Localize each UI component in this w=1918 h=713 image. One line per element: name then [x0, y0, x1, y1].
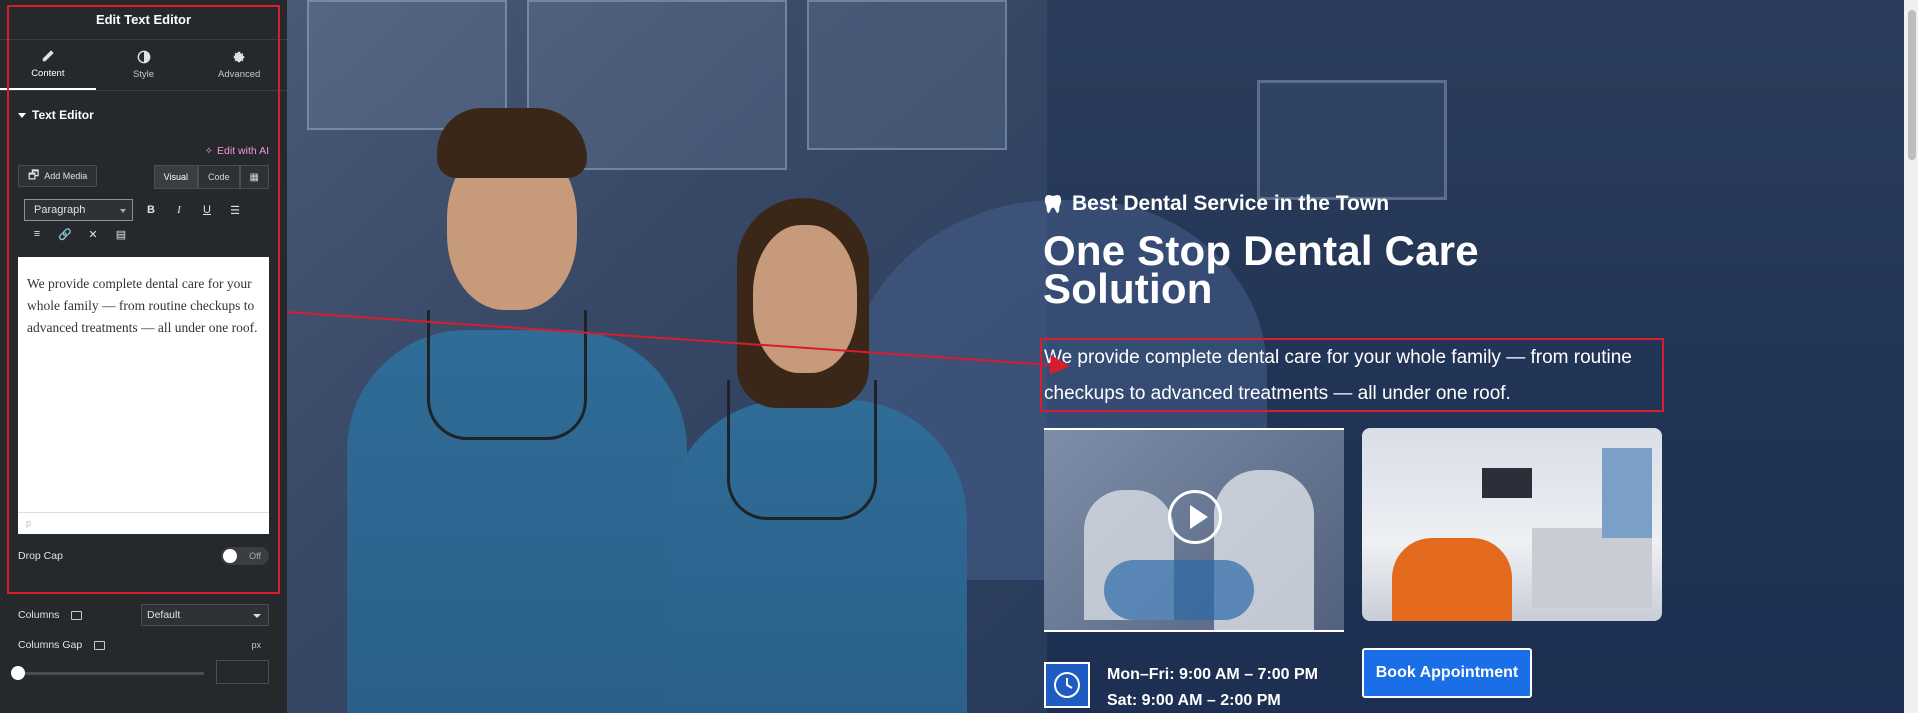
opening-hours: Mon–Fri: 9:00 AM – 7:00 PM Sat: 9:00 AM … [1107, 662, 1318, 713]
chevron-down-icon [253, 614, 261, 618]
tab-style[interactable]: Style [96, 40, 192, 90]
eyebrow-text: Best Dental Service in the Town [1072, 192, 1390, 215]
code-tab[interactable]: Code [198, 165, 240, 189]
columns-row: Columns Default [18, 603, 269, 627]
half-circle-icon [137, 50, 150, 64]
drop-cap-label: Drop Cap [18, 550, 63, 562]
editor-toolbar: Paragraph B I U ☰ ≡ 🔗 ✕ ▤ [18, 195, 269, 247]
drop-cap-row: Drop Cap Off [0, 534, 287, 578]
italic-button[interactable]: I [170, 201, 188, 219]
columns-gap-slider[interactable] [18, 672, 204, 675]
format-select-value: Paragraph [34, 204, 86, 216]
page-scrollbar[interactable] [1904, 0, 1918, 713]
bullet-list-button[interactable]: ☰ [226, 201, 244, 219]
section-toggle[interactable]: Text Editor [0, 91, 287, 139]
page-preview: Best Dental Service in the Town One Stop… [287, 0, 1918, 713]
tab-advanced[interactable]: Advanced [191, 40, 287, 90]
bullet-list-icon: ☰ [230, 204, 240, 217]
media-icon: 🗗 [28, 167, 40, 182]
slider-handle[interactable] [11, 666, 25, 680]
hero-eyebrow: Best Dental Service in the Town [1044, 192, 1389, 216]
columns-gap-row: Columns Gap px [18, 635, 269, 655]
caret-down-icon [18, 112, 26, 118]
section-title: Text Editor [32, 108, 94, 122]
clock-icon [1044, 662, 1090, 708]
numbered-list-button[interactable]: ≡ [28, 225, 46, 243]
pencil-icon [42, 50, 54, 62]
hours-weekdays: Mon–Fri: 9:00 AM – 7:00 PM [1107, 666, 1319, 683]
unit-select[interactable]: px [251, 640, 261, 650]
add-media-button[interactable]: 🗗 Add Media [18, 165, 98, 187]
panel-tabs: Content Style Advanced [0, 40, 287, 91]
trash-icon: ▦ [249, 171, 259, 183]
hero-heading: One Stop Dental Care Solution [1043, 227, 1479, 312]
background-monitor [1257, 80, 1447, 200]
toolbar-toggle-button[interactable]: ▦ [239, 165, 269, 189]
hero-description[interactable]: We provide complete dental care for your… [1044, 340, 1660, 412]
play-icon [1190, 505, 1208, 529]
clinic-photo [1362, 428, 1662, 621]
monitor-icon[interactable] [94, 640, 106, 650]
drop-cap-toggle[interactable]: Off [221, 547, 269, 565]
link-button[interactable]: 🔗 [56, 225, 74, 243]
editor-path: p [18, 512, 269, 534]
toggle-knob [223, 549, 237, 563]
tab-content-label: Content [31, 68, 65, 79]
text-editor-area[interactable]: We provide complete dental care for your… [18, 257, 269, 534]
video-thumbnail[interactable] [1044, 428, 1344, 632]
tab-advanced-label: Advanced [218, 69, 261, 80]
visual-tab[interactable]: Visual [153, 165, 199, 189]
editor-panel: Edit Text Editor Content Style Advanced … [0, 0, 287, 713]
link-icon: 🔗 [58, 228, 72, 241]
drop-cap-state: Off [249, 551, 261, 561]
columns-gap-label: Columns Gap [18, 639, 83, 651]
edit-with-ai-link[interactable]: ✧ Edit with AI [205, 145, 269, 157]
keyboard-icon: ▤ [115, 228, 127, 241]
bold-button[interactable]: B [142, 201, 160, 219]
hours-saturday: Sat: 9:00 AM – 2:00 PM [1107, 692, 1281, 709]
tab-content[interactable]: Content [0, 40, 96, 90]
columns-select-value: Default [147, 609, 181, 621]
columns-label: Columns [18, 609, 60, 621]
columns-gap-input[interactable] [216, 660, 269, 684]
background-cabinet [807, 0, 1007, 150]
italic-icon: I [177, 204, 181, 216]
bold-icon: B [147, 204, 155, 216]
panel-title: Edit Text Editor [0, 0, 287, 40]
edit-with-ai-label: Edit with AI [217, 145, 269, 157]
tooth-icon [1044, 195, 1062, 213]
gear-icon [233, 51, 245, 63]
columns-select[interactable]: Default [141, 604, 269, 626]
underline-button[interactable]: U [198, 201, 216, 219]
book-appointment-button[interactable]: Book Appointment [1362, 648, 1532, 698]
scrollbar-thumb[interactable] [1908, 10, 1916, 160]
underline-icon: U [203, 204, 211, 216]
fullscreen-button[interactable]: ✕ [84, 225, 102, 243]
monitor-icon[interactable] [71, 610, 83, 620]
format-select[interactable]: Paragraph [24, 199, 133, 221]
fullscreen-icon: ✕ [88, 228, 98, 241]
toolbar-more-button[interactable]: ▤ [112, 225, 130, 243]
sparkle-icon: ✧ [204, 145, 214, 157]
chevron-down-icon [120, 209, 126, 213]
numbered-list-icon: ≡ [33, 228, 41, 240]
editor-content[interactable]: We provide complete dental care for your… [18, 257, 269, 339]
tab-style-label: Style [132, 69, 155, 80]
add-media-label: Add Media [44, 171, 88, 181]
